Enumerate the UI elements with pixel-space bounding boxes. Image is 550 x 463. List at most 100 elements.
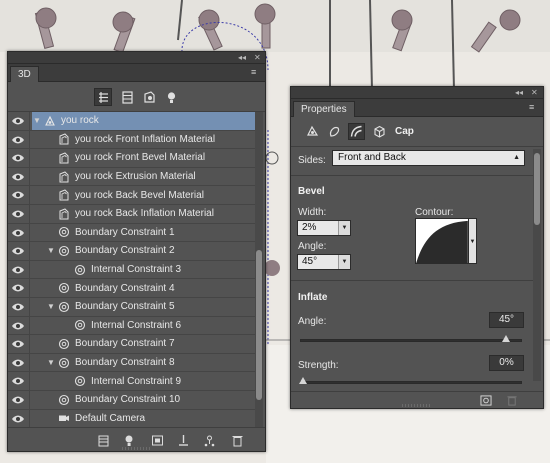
visibility-eye-icon[interactable] <box>11 339 25 349</box>
scene-row[interactable]: Internal Constraint 6 <box>8 316 256 336</box>
scene-row-name-cell[interactable]: ▼ Boundary Constraint 8 <box>46 354 256 372</box>
scene-row[interactable]: you rock Back Bevel Material <box>8 186 256 205</box>
panel-menu-icon[interactable]: ≡ <box>529 103 539 112</box>
sides-select[interactable]: Front and Back ▲ <box>332 150 525 166</box>
collapse-icon[interactable]: ◂◂ <box>238 52 246 63</box>
scene-row-label: Boundary Constraint 7 <box>75 338 175 350</box>
render-settings-icon[interactable] <box>96 433 110 447</box>
scene-row-name-cell[interactable]: Internal Constraint 6 <box>62 317 256 335</box>
scene-row-name-cell[interactable]: Boundary Constraint 10 <box>46 391 256 409</box>
visibility-eye-icon[interactable] <box>11 153 25 163</box>
scrollbar-thumb[interactable] <box>256 250 262 400</box>
scene-row-name-cell[interactable]: you rock Front Bevel Material <box>46 149 256 167</box>
visibility-eye-icon[interactable] <box>11 395 25 405</box>
scene-row-name-cell[interactable]: you rock Extrusion Material <box>46 168 256 186</box>
scene-row[interactable]: Boundary Constraint 4 <box>8 279 256 298</box>
scene-row[interactable]: ▼ you rock <box>8 112 256 131</box>
visibility-eye-icon[interactable] <box>11 116 25 126</box>
visibility-eye-icon[interactable] <box>11 190 25 200</box>
scene-row[interactable]: you rock Front Bevel Material <box>8 149 256 168</box>
add-mesh-icon[interactable] <box>150 433 164 447</box>
scene-filter-icon[interactable] <box>94 88 112 106</box>
scrollbar-thumb[interactable] <box>534 153 540 225</box>
scene-row[interactable]: Boundary Constraint 7 <box>8 335 256 354</box>
scene-row[interactable]: Boundary Constraint 1 <box>8 223 256 243</box>
resize-grip[interactable] <box>402 404 432 407</box>
expand-toggle-icon[interactable]: ▼ <box>46 246 56 255</box>
scene-row-name-cell[interactable]: ▼ Boundary Constraint 5 <box>46 298 256 316</box>
chevron-down-icon[interactable]: ▼ <box>338 221 350 235</box>
bevel-width-field[interactable]: 2% ▼ <box>297 220 351 236</box>
scene-row[interactable]: Internal Constraint 9 <box>8 372 256 391</box>
deform-icon[interactable] <box>326 123 343 140</box>
scene-row-name-cell[interactable]: Default Camera <box>46 410 256 428</box>
scene-row-name-cell[interactable]: ▼ Boundary Constraint 2 <box>46 242 256 260</box>
scene-row-name-cell[interactable]: Internal Constraint 3 <box>62 261 256 279</box>
visibility-eye-icon[interactable] <box>11 376 25 386</box>
reset-icon[interactable] <box>479 394 492 406</box>
tab-3d[interactable]: 3D <box>10 66 39 82</box>
scene-row[interactable]: you rock Front Inflation Material <box>8 130 256 150</box>
bevel-angle-field[interactable]: 45° ▼ <box>297 254 351 270</box>
collapse-icon[interactable]: ◂◂ <box>515 87 523 98</box>
properties-scrollbar[interactable] <box>533 149 541 381</box>
scene-row[interactable]: Internal Constraint 3 <box>8 260 256 280</box>
visibility-eye-icon[interactable] <box>11 135 25 145</box>
scene-row[interactable]: you rock Extrusion Material <box>8 167 256 187</box>
visibility-eye-icon[interactable] <box>11 302 25 312</box>
visibility-eye-icon[interactable] <box>11 246 25 256</box>
scene-row[interactable]: you rock Back Inflation Material <box>8 204 256 224</box>
expand-toggle-icon[interactable]: ▼ <box>32 116 42 125</box>
constraint-icon <box>72 374 88 388</box>
scene-row[interactable]: Boundary Constraint 10 <box>8 390 256 410</box>
resize-grip[interactable] <box>121 447 152 450</box>
strength-slider[interactable] <box>300 381 522 384</box>
scene-row-name-cell[interactable]: Internal Constraint 9 <box>62 372 256 390</box>
inflate-angle-slider-thumb[interactable] <box>502 335 511 342</box>
visibility-eye-icon[interactable] <box>11 209 25 219</box>
material-icon <box>56 170 72 184</box>
scene-row-name-cell[interactable]: Boundary Constraint 4 <box>46 279 256 297</box>
chevron-down-icon[interactable]: ▼ <box>338 255 350 269</box>
inflate-angle-input[interactable]: 45° <box>489 312 524 328</box>
expand-toggle-icon[interactable]: ▼ <box>46 302 56 311</box>
coordinates-icon[interactable] <box>371 123 388 140</box>
strength-input[interactable]: 0% <box>489 355 524 371</box>
move-to-ground-icon[interactable] <box>176 433 190 447</box>
expand-toggle-icon[interactable]: ▼ <box>46 358 56 367</box>
visibility-eye-icon[interactable] <box>11 414 25 424</box>
strength-slider-thumb[interactable] <box>299 377 307 384</box>
visibility-eye-icon[interactable] <box>11 321 25 331</box>
scene-row-name-cell[interactable]: you rock Back Inflation Material <box>46 205 256 223</box>
delete-icon[interactable] <box>230 433 244 447</box>
scene-row-name-cell[interactable]: ▼ you rock <box>32 112 256 130</box>
tab-properties[interactable]: Properties <box>293 101 355 117</box>
mesh-properties-icon[interactable] <box>304 123 321 140</box>
visibility-eye-icon[interactable] <box>11 172 25 182</box>
scene-row-name-cell[interactable]: you rock Front Inflation Material <box>46 131 256 149</box>
inflate-angle-slider[interactable] <box>300 339 522 342</box>
light-filter-icon[interactable] <box>162 88 180 106</box>
scene-row[interactable]: Default Camera <box>8 409 256 428</box>
scene-row[interactable]: ▼ Boundary Constraint 8 <box>8 353 256 373</box>
scene-row-name-cell[interactable]: you rock Back Bevel Material <box>46 186 256 204</box>
close-icon[interactable]: ✕ <box>531 87 538 98</box>
scene-row[interactable]: ▼ Boundary Constraint 5 <box>8 297 256 317</box>
scene-row-name-cell[interactable]: Boundary Constraint 1 <box>46 224 256 242</box>
panel-menu-icon[interactable]: ≡ <box>251 68 261 77</box>
cap-icon[interactable] <box>348 123 365 140</box>
visibility-eye-icon[interactable] <box>11 228 25 238</box>
scene-row[interactable]: ▼ Boundary Constraint 2 <box>8 242 256 261</box>
visibility-eye-icon[interactable] <box>11 265 25 275</box>
contour-chevron-icon[interactable]: ▼ <box>469 218 477 264</box>
scene-list-scrollbar[interactable] <box>255 112 263 428</box>
add-light-icon[interactable] <box>122 433 136 447</box>
contour-preview[interactable] <box>415 218 469 264</box>
scene-row-name-cell[interactable]: Boundary Constraint 7 <box>46 335 256 353</box>
material-filter-icon[interactable] <box>140 88 158 106</box>
visibility-eye-icon[interactable] <box>11 358 25 368</box>
add-constraint-icon[interactable] <box>202 433 216 447</box>
mesh-filter-icon[interactable] <box>118 88 136 106</box>
visibility-eye-icon[interactable] <box>11 283 25 293</box>
close-icon[interactable]: ✕ <box>254 52 261 63</box>
